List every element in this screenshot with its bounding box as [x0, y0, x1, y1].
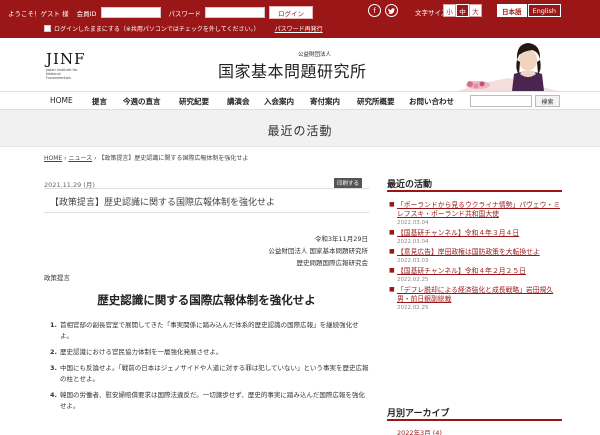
font-size-group: 小 中 大: [443, 4, 482, 17]
language-switcher: 日本語 English: [497, 4, 561, 17]
list-item: ■ 「デフレ脱却による経済強化と成長戦略」岩田規久男・前日銀副総裁 2022.0…: [389, 286, 565, 312]
divider: [44, 212, 369, 213]
facebook-icon[interactable]: f: [368, 4, 381, 17]
list-item: 4. 韓国の労働者、慰安婦賠償要求は国際法違反だ。一切譲歩せず、歴史的事実に踏み…: [50, 390, 370, 412]
square-bullet-icon: ■: [389, 267, 395, 274]
breadcrumb-separator: ›: [94, 155, 97, 162]
logo-subtitle: Japan Institute for National Fundamental…: [46, 68, 78, 80]
proposal-list: 1. 首相官邸の副長官室で展開してきた「事実関係に踏み込んだ体系的歴史認識の国際…: [50, 320, 370, 417]
list-item: 2. 歴史認識における官民協力体制を一層強化発展させよ。: [50, 347, 370, 358]
signature-date: 令和3年11月29日: [314, 235, 368, 243]
archive-divider: [387, 419, 562, 421]
nav-proposals[interactable]: 提言: [92, 96, 107, 107]
page-banner: 最近の活動: [0, 110, 600, 147]
list-item: ■ 「ポーランドから見るウクライナ情勢」パヴェウ・ミレフスキ・ポーランド共和国大…: [389, 201, 565, 227]
activity-link[interactable]: 【意見広告】岸田政権は国防政策を大転換せよ: [397, 248, 565, 257]
nav-donation[interactable]: 寄付案内: [310, 96, 340, 107]
activity-date: 2022.03.04: [397, 239, 429, 245]
print-button[interactable]: 印刷する: [334, 178, 363, 188]
org-type: 公益財団法人: [298, 52, 332, 58]
list-item: 1. 首相官邸の副長官室で展開してきた「事実関係に踏み込んだ体系的歴史認識の国際…: [50, 320, 370, 342]
activity-link[interactable]: 【国基研チャンネル】令和４年２月２５日: [397, 267, 565, 276]
social-links: f: [368, 4, 398, 17]
list-item: ■ 【国基研チャンネル】令和４年３月４日 2022.03.04: [389, 229, 565, 246]
chairman-portrait-image: [458, 43, 558, 91]
list-text: 中国にも反論せよ。「戦前の日本はジェノサイドや人道に対する罪は犯していない」とい…: [60, 364, 369, 383]
password-label: パスワード: [168, 9, 202, 18]
nav-membership[interactable]: 入会案内: [264, 96, 294, 107]
list-number: 4.: [50, 391, 57, 399]
square-bullet-icon: ■: [389, 229, 395, 236]
top-bar: ようこそ！ゲスト 様 会員ID パスワード ログイン ログインしたままにする（※…: [0, 0, 600, 38]
font-size-small-button[interactable]: 小: [443, 4, 456, 17]
login-button[interactable]: ログイン: [269, 6, 314, 19]
article-category: 政策提言: [44, 274, 70, 282]
signature-group: 歴史問題国際広報研究会: [296, 259, 369, 267]
square-bullet-icon: ■: [389, 286, 395, 293]
welcome-text: ようこそ！ゲスト 様: [8, 9, 69, 18]
remember-label: ログインしたままにする（※共用パソコンではチェックを外してください。）: [54, 26, 260, 33]
page-title: 最近の活動: [267, 124, 333, 138]
archive-title: 月別アーカイブ: [387, 409, 450, 419]
activity-date: 2022.02.25: [397, 277, 429, 283]
nav-research-bulletin[interactable]: 研究紀要: [179, 96, 209, 107]
activity-date: 2022.03.04: [397, 220, 429, 226]
breadcrumb-current: 【政策提言】歴史認識に関する国際広報体制を強化せよ: [98, 155, 249, 162]
list-text: 歴史認識における官民協力体制を一層強化発展させよ。: [60, 348, 223, 356]
search-input[interactable]: [470, 95, 532, 107]
list-number: 3.: [50, 364, 57, 372]
activity-date: 2022.03.03: [397, 258, 429, 264]
breadcrumb-news[interactable]: ニュース: [68, 155, 92, 162]
signature-org: 公益財団法人 国家基本問題研究所: [268, 247, 368, 255]
list-text: 韓国の労働者、慰安婦賠償要求は国際法違反だ。一切譲歩せず、歴史的事実に踏み込んだ…: [60, 391, 365, 410]
member-id-label: 会員ID: [76, 9, 97, 18]
list-item: 3. 中国にも反論せよ。「戦前の日本はジェノサイドや人道に対する罪は犯していない…: [50, 363, 370, 385]
article-title: 【政策提言】歴史認識に関する国際広報体制を強化せよ: [50, 198, 276, 208]
list-number: 1.: [50, 321, 57, 329]
login-row: ようこそ！ゲスト 様 会員ID パスワード ログイン: [8, 6, 314, 19]
logo-mark: JINF: [46, 50, 86, 68]
sidebar-title: 最近の活動: [387, 180, 433, 190]
nav-weekly-column[interactable]: 今週の直言: [123, 96, 161, 107]
list-number: 2.: [50, 348, 57, 356]
nav-lectures[interactable]: 講演会: [227, 96, 250, 107]
member-id-input[interactable]: [100, 7, 161, 18]
org-name: 国家基本問題研究所: [218, 62, 367, 81]
sidebar-divider: [387, 190, 562, 192]
site-header: JINF Japan Institute for National Fundam…: [0, 38, 600, 91]
recent-activity-list: ■ 「ポーランドから見るウクライナ情勢」パヴェウ・ミレフスキ・ポーランド共和国大…: [389, 201, 565, 314]
breadcrumb-home[interactable]: HOME: [44, 155, 62, 162]
font-size-large-button[interactable]: 大: [469, 4, 482, 17]
list-item: ■ 【国基研チャンネル】令和４年２月２５日 2022.02.25: [389, 267, 565, 284]
list-item: ■ 【意見広告】岸田政権は国防政策を大転換せよ 2022.03.03: [389, 248, 565, 265]
divider: [44, 188, 369, 189]
square-bullet-icon: ■: [389, 248, 395, 255]
lang-japanese-button[interactable]: 日本語: [497, 4, 527, 17]
activity-date: 2022.02.25: [397, 305, 429, 311]
archive-month-link[interactable]: 2022年3月 (4): [397, 427, 442, 435]
password-input[interactable]: [205, 7, 266, 18]
nav-contact[interactable]: お問い合わせ: [409, 96, 454, 107]
font-size-medium-button[interactable]: 中: [456, 4, 469, 17]
list-text: 首相官邸の副長官室で展開してきた「事実関係に踏み込んだ体系的歴史認識の国際広報」…: [60, 321, 359, 340]
activity-link[interactable]: 「ポーランドから見るウクライナ情勢」パヴェウ・ミレフスキ・ポーランド共和国大使: [397, 201, 565, 219]
nav-about[interactable]: 研究所概要: [357, 96, 395, 107]
activity-link[interactable]: 【国基研チャンネル】令和４年３月４日: [397, 229, 565, 238]
lang-english-button[interactable]: English: [527, 4, 561, 17]
remember-row: ログインしたままにする（※共用パソコンではチェックを外してください。） パスワー…: [44, 24, 323, 33]
nav-home[interactable]: HOME: [50, 96, 73, 105]
search-button[interactable]: 検索: [535, 95, 560, 107]
main-nav: HOME 提言 今週の直言 研究紀要 講演会 入会案内 寄付案内 研究所概要 お…: [0, 91, 600, 110]
breadcrumb: HOME › ニュース › 【政策提言】歴史認識に関する国際広報体制を強化せよ: [44, 153, 248, 162]
password-reissue-link[interactable]: パスワード再発行: [275, 24, 323, 33]
breadcrumb-separator: ›: [64, 155, 67, 162]
square-bullet-icon: ■: [389, 201, 395, 208]
article-headline: 歴史認識に関する国際広報体制を強化せよ: [97, 293, 316, 307]
twitter-icon[interactable]: [385, 4, 398, 17]
activity-link[interactable]: 「デフレ脱却による経済強化と成長戦略」岩田規久男・前日銀副総裁: [397, 286, 565, 304]
remember-checkbox[interactable]: [44, 25, 51, 32]
